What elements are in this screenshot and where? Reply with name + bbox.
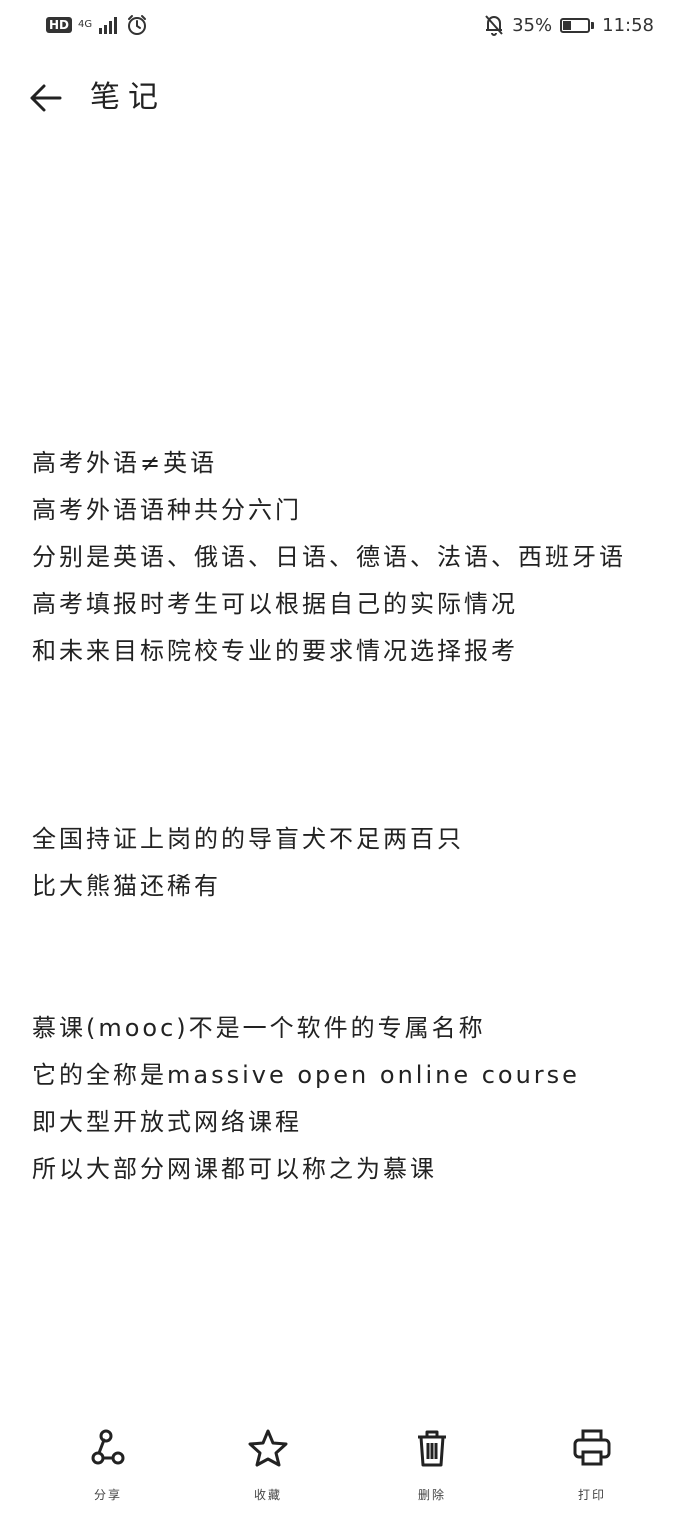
arrow-left-icon (30, 84, 62, 112)
note-line: 高考填报时考生可以根据自己的实际情况 (32, 590, 518, 618)
note-line: 所以大部分网课都可以称之为慕课 (32, 1155, 437, 1183)
back-button[interactable] (26, 78, 66, 118)
note-line: 它的全称是massive open online course (32, 1061, 580, 1089)
bell-muted-icon (485, 15, 503, 36)
favorite-button[interactable]: 收藏 (228, 1428, 308, 1503)
title-bar: 笔记 (0, 68, 700, 128)
note-line: 和未来目标院校专业的要求情况选择报考 (32, 637, 518, 665)
share-icon (91, 1429, 125, 1465)
status-bar: HD 4G 35% 11:58 (0, 0, 700, 56)
battery-percent: 35% (512, 14, 553, 36)
delete-label: 删除 (417, 1488, 446, 1502)
battery-icon (560, 17, 595, 33)
signal-icon (99, 17, 118, 34)
note-line: 分别是英语、俄语、日语、德语、法语、西班牙语 (32, 543, 626, 571)
note-line: 高考外语≠英语 (32, 449, 218, 477)
status-left: HD 4G (46, 14, 148, 36)
note-line: 慕课(mooc)不是一个软件的专属名称 (32, 1014, 486, 1042)
note-paragraph: 高考外语≠英语 高考外语语种共分六门 分别是英语、俄语、日语、德语、法语、西班牙… (32, 440, 672, 675)
note-line: 全国持证上岗的的导盲犬不足两百只 (32, 825, 464, 853)
trash-icon (418, 1430, 446, 1467)
battery-tip (591, 21, 595, 29)
favorite-label: 收藏 (253, 1488, 282, 1502)
note-paragraph: 慕课(mooc)不是一个软件的专属名称 它的全称是massive open on… (32, 1005, 672, 1193)
alarm-icon (128, 15, 147, 35)
note-paragraph: 全国持证上岗的的导盲犬不足两百只 比大熊猫还稀有 (32, 816, 672, 910)
delete-button[interactable]: 删除 (392, 1428, 472, 1503)
page-title: 笔记 (90, 80, 166, 115)
share-button[interactable]: 分享 (68, 1428, 148, 1503)
share-label: 分享 (93, 1488, 122, 1502)
note-line: 比大熊猫还稀有 (32, 872, 221, 900)
battery-fill (563, 20, 572, 30)
clock: 11:58 (602, 14, 654, 36)
star-icon (248, 1429, 288, 1467)
printer-icon (573, 1429, 611, 1466)
network-type: 4G (78, 20, 92, 30)
print-button[interactable]: 打印 (552, 1428, 632, 1503)
note-line: 高考外语语种共分六门 (32, 496, 302, 524)
bottom-action-bar: 分享 收藏 删除 打印 (0, 1428, 700, 1517)
network-label: 4G (78, 19, 93, 30)
print-label: 打印 (577, 1488, 606, 1502)
hd-badge: HD (46, 17, 73, 33)
note-line: 即大型开放式网络课程 (32, 1108, 302, 1136)
battery-body (560, 17, 591, 33)
status-right: 35% 11:58 (484, 14, 654, 36)
